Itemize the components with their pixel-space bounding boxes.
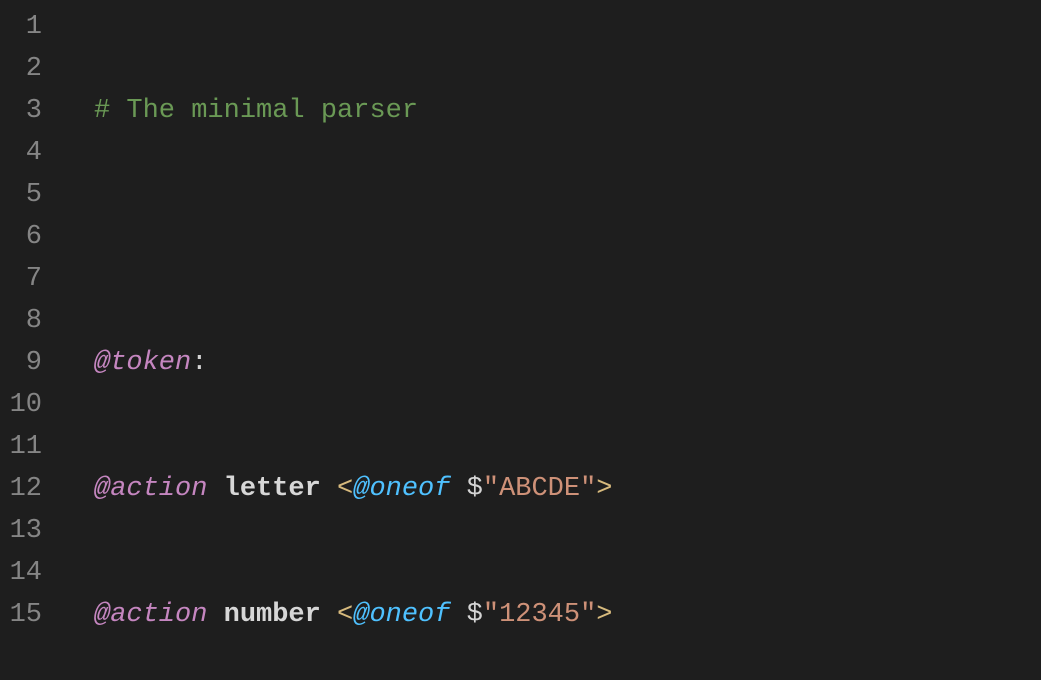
at-keyword: @action — [94, 600, 207, 630]
at-keyword: @token — [94, 348, 191, 378]
line-number: 14 — [0, 552, 70, 594]
code-line[interactable]: @token: — [70, 342, 1041, 384]
angle-close: > — [596, 600, 612, 630]
line-number: 8 — [0, 300, 70, 342]
angle-close: > — [596, 474, 612, 504]
identifier-token: number — [224, 600, 321, 630]
identifier-token: letter — [224, 474, 321, 504]
line-number: 6 — [0, 216, 70, 258]
dollar-token: $ — [467, 600, 483, 630]
code-line[interactable] — [70, 216, 1041, 258]
code-editor[interactable]: 1 2 3 4 5 6 7 8 9 10 11 12 13 14 15 # Th… — [0, 0, 1041, 680]
line-number: 5 — [0, 174, 70, 216]
line-number: 13 — [0, 510, 70, 552]
line-number: 2 — [0, 48, 70, 90]
line-number: 9 — [0, 342, 70, 384]
angle-open: < — [337, 474, 353, 504]
string-token: "12345" — [483, 600, 596, 630]
line-number: 11 — [0, 426, 70, 468]
colon-token: : — [191, 348, 207, 378]
at-keyword: @action — [94, 474, 207, 504]
code-line[interactable]: @action letter <@oneof $"ABCDE"> — [70, 468, 1041, 510]
at-keyword: @oneof — [353, 474, 450, 504]
comment-token: # The minimal parser — [94, 96, 418, 126]
line-number: 3 — [0, 90, 70, 132]
line-number: 12 — [0, 468, 70, 510]
line-number: 4 — [0, 132, 70, 174]
dollar-token: $ — [467, 474, 483, 504]
line-number-gutter: 1 2 3 4 5 6 7 8 9 10 11 12 13 14 15 — [0, 6, 70, 680]
code-area[interactable]: # The minimal parser @token: @action let… — [70, 6, 1041, 680]
string-token: "ABCDE" — [483, 474, 596, 504]
code-line[interactable]: @action number <@oneof $"12345"> — [70, 594, 1041, 636]
line-number: 7 — [0, 258, 70, 300]
line-number: 1 — [0, 6, 70, 48]
line-number: 10 — [0, 384, 70, 426]
line-number: 15 — [0, 594, 70, 636]
code-line[interactable]: # The minimal parser — [70, 90, 1041, 132]
angle-open: < — [337, 600, 353, 630]
at-keyword: @oneof — [353, 600, 450, 630]
